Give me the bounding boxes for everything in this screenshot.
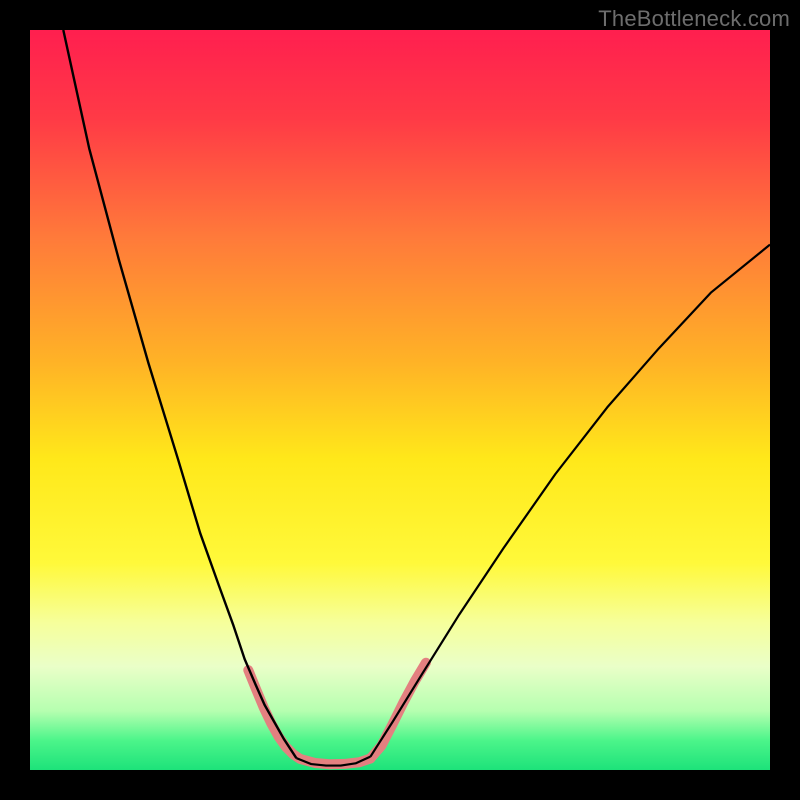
chart-stage: TheBottleneck.com (0, 0, 800, 800)
watermark-text: TheBottleneck.com (598, 6, 790, 32)
curve-overlay (30, 30, 770, 770)
plot-area (30, 30, 770, 770)
series-left-branch (63, 30, 296, 758)
series-right-branch (370, 245, 770, 757)
